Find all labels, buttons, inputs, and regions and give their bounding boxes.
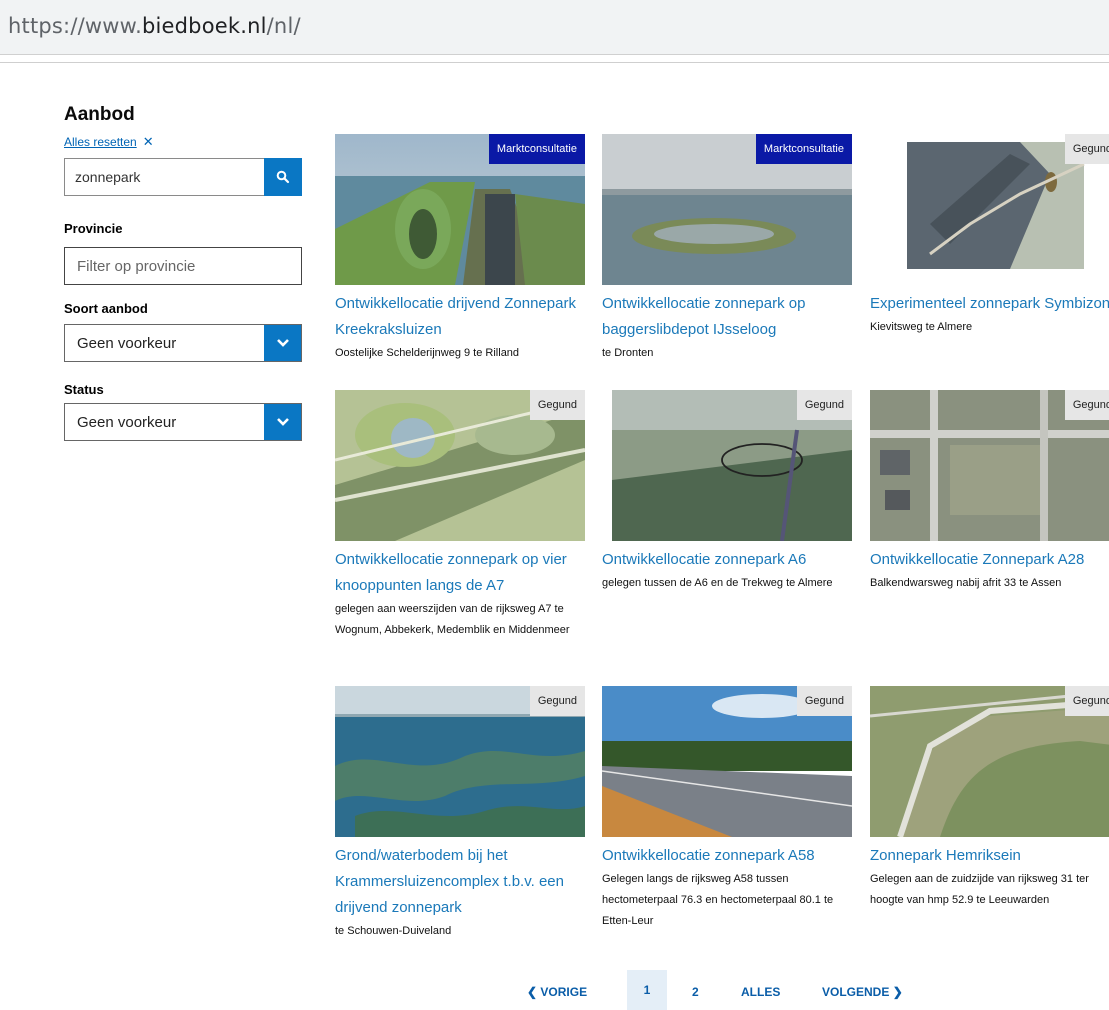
- result-title-link[interactable]: Zonnepark Hemriksein: [870, 843, 1109, 869]
- result-photo[interactable]: Gegund: [870, 390, 1109, 541]
- dropdown-button[interactable]: [264, 404, 301, 440]
- result-photo[interactable]: Gegund: [870, 134, 1109, 285]
- status-badge: Gegund: [1064, 686, 1109, 716]
- soort-aanbod-label: Soort aanbod: [64, 301, 148, 316]
- dropdown-button[interactable]: [264, 325, 301, 361]
- result-address: Oostelijke Schelderijnweg 9 te Rilland: [335, 347, 520, 359]
- url-text[interactable]: https://www.biedboek.nl/nl/: [8, 14, 301, 38]
- result-card[interactable]: Gegund Ontwikkellocatie zonnepark A58 Ge…: [602, 686, 852, 932]
- status-badge: Marktconsultatie: [488, 134, 585, 164]
- sidebar-title: Aanbod: [64, 104, 135, 125]
- result-card[interactable]: Gegund Ontwikkellocatie zonnepark A6 gel…: [602, 390, 852, 594]
- search-input[interactable]: [64, 158, 275, 196]
- provincie-filter-input[interactable]: Filter op provincie: [64, 247, 302, 285]
- result-card[interactable]: Gegund Experimenteel zonnepark Symbizon …: [870, 134, 1109, 338]
- prev-page-link[interactable]: ❮ VORIGE: [527, 985, 587, 999]
- search-icon: [276, 170, 290, 184]
- result-card[interactable]: Gegund Zonnepark Hemriksein Gelegen aan …: [870, 686, 1109, 911]
- result-title-link[interactable]: Ontwikkellocatie zonnepark op baggerslib…: [602, 291, 852, 343]
- soort-aanbod-value: Geen voorkeur: [77, 334, 177, 352]
- status-badge: Gegund: [529, 390, 585, 420]
- all-pages-link[interactable]: ALLES: [741, 985, 780, 999]
- page-link[interactable]: 2: [692, 985, 699, 999]
- status-select[interactable]: Geen voorkeur: [64, 403, 302, 441]
- provincie-label: Provincie: [64, 221, 123, 236]
- result-address: gelegen tussen de A6 en de Trekweg te Al…: [602, 577, 833, 589]
- result-card[interactable]: Gegund Grond/waterbodem bij het Krammers…: [335, 686, 585, 942]
- result-title-link[interactable]: Grond/waterbodem bij het Krammersluizenc…: [335, 843, 585, 921]
- result-photo[interactable]: Gegund: [335, 390, 585, 541]
- result-card[interactable]: Marktconsultatie Ontwikkellocatie zonnep…: [602, 134, 852, 364]
- status-badge: Gegund: [796, 390, 852, 420]
- result-title-link[interactable]: Ontwikkellocatie drijvend Zonnepark Kree…: [335, 291, 585, 343]
- result-address: te Dronten: [602, 347, 654, 359]
- reset-filters: Alles resetten ✕: [64, 134, 304, 150]
- result-title-link[interactable]: Ontwikkellocatie zonnepark A58: [602, 843, 852, 869]
- result-photo[interactable]: Gegund: [870, 686, 1109, 837]
- result-card[interactable]: Gegund Ontwikkellocatie Zonnepark A28 Ba…: [870, 390, 1109, 594]
- result-photo[interactable]: Gegund: [335, 686, 585, 837]
- header-divider: [0, 62, 1109, 63]
- status-badge: Gegund: [796, 686, 852, 716]
- chevron-down-icon: [276, 339, 289, 347]
- result-title-link[interactable]: Ontwikkellocatie Zonnepark A28: [870, 547, 1109, 573]
- search-box: [64, 158, 302, 196]
- status-badge: Gegund: [529, 686, 585, 716]
- result-card[interactable]: Marktconsultatie Ontwikkellocatie drijve…: [335, 134, 585, 364]
- result-address: Gelegen langs de rijksweg A58 tussen hec…: [602, 873, 834, 927]
- result-photo[interactable]: Marktconsultatie: [602, 134, 852, 285]
- result-title-link[interactable]: Experimenteel zonnepark Symbizon: [870, 291, 1109, 317]
- result-photo[interactable]: Gegund: [602, 390, 852, 541]
- search-button[interactable]: [264, 158, 302, 196]
- result-address: gelegen aan weerszijden van de rijksweg …: [335, 603, 570, 636]
- reset-filters-link[interactable]: Alles resetten: [64, 135, 137, 149]
- soort-aanbod-select[interactable]: Geen voorkeur: [64, 324, 302, 362]
- browser-address-bar[interactable]: https://www.biedboek.nl/nl/: [0, 0, 1109, 55]
- result-title-link[interactable]: Ontwikkellocatie zonnepark op vier knoop…: [335, 547, 585, 599]
- status-badge: Gegund: [1064, 134, 1109, 164]
- status-badge: Marktconsultatie: [755, 134, 852, 164]
- next-page-link[interactable]: VOLGENDE ❯: [822, 985, 903, 999]
- chevron-down-icon: [276, 418, 289, 426]
- status-value: Geen voorkeur: [77, 413, 177, 431]
- filter-sidebar: Aanbod Alles resetten ✕ Provincie Filter…: [64, 104, 304, 441]
- result-address: Kievitsweg te Almere: [870, 321, 973, 333]
- result-card[interactable]: Gegund Ontwikkellocatie zonnepark op vie…: [335, 390, 585, 641]
- result-title-link[interactable]: Ontwikkellocatie zonnepark A6: [602, 547, 852, 573]
- result-photo[interactable]: Gegund: [602, 686, 852, 837]
- result-photo[interactable]: Marktconsultatie: [335, 134, 585, 285]
- result-address: Balkendwarsweg nabij afrit 33 te Assen: [870, 577, 1062, 589]
- status-badge: Gegund: [1064, 390, 1109, 420]
- chevron-left-icon: ❮: [527, 985, 538, 999]
- status-label: Status: [64, 382, 104, 397]
- page-link-current[interactable]: 1: [627, 970, 667, 1010]
- chevron-right-icon: ❯: [892, 985, 903, 999]
- result-address: Gelegen aan de zuidzijde van rijksweg 31…: [870, 873, 1089, 906]
- close-icon[interactable]: ✕: [143, 134, 154, 150]
- result-address: te Schouwen-Duiveland: [335, 925, 452, 937]
